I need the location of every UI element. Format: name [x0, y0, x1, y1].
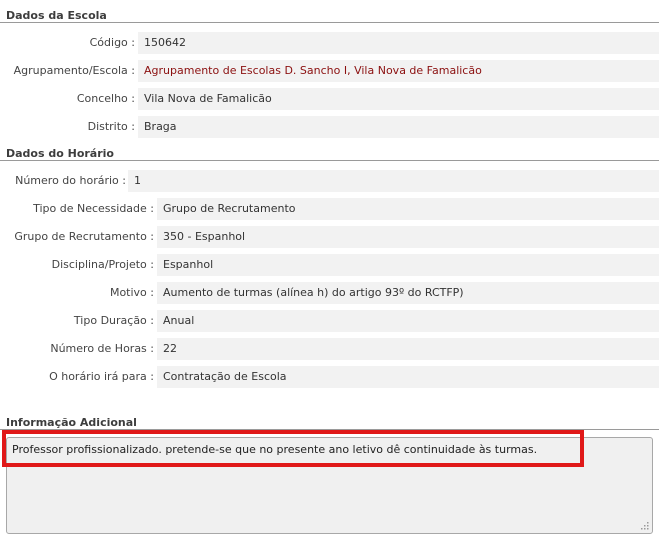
field-label: O horário irá para : — [49, 370, 154, 383]
field-label: Concelho : — [76, 92, 135, 105]
field-value: 22 — [157, 338, 659, 360]
field-row-tipo-duracao: Tipo Duração : Anual — [0, 310, 659, 332]
section-title-escola: Dados da Escola — [6, 9, 107, 22]
field-label: Tipo Duração : — [73, 314, 154, 327]
field-value: Contratação de Escola — [157, 366, 659, 388]
section-divider — [0, 160, 659, 161]
resize-grip-icon[interactable] — [639, 520, 649, 530]
field-value: Vila Nova de Famalicão — [138, 88, 659, 110]
field-row-codigo: Código : 150642 — [0, 32, 659, 54]
section-title-horario: Dados do Horário — [6, 147, 114, 160]
field-value: Espanhol — [157, 254, 659, 276]
field-label: Distrito : — [87, 120, 135, 133]
field-value: Braga — [138, 116, 659, 138]
field-row-distrito: Distrito : Braga — [0, 116, 659, 138]
field-label: Número do horário : — [15, 174, 126, 187]
field-label: Tipo de Necessidade : — [33, 202, 154, 215]
field-label: Grupo de Recrutamento : — [14, 230, 154, 243]
field-row-motivo: Motivo : Aumento de turmas (alínea h) do… — [0, 282, 659, 304]
field-row-destino: O horário irá para : Contratação de Esco… — [0, 366, 659, 388]
info-textarea[interactable]: Professor profissionalizado. pretende-se… — [6, 437, 653, 534]
info-text: Professor profissionalizado. pretende-se… — [12, 443, 538, 456]
field-label: Agrupamento/Escola : — [13, 64, 135, 77]
field-value: Aumento de turmas (alínea h) do artigo 9… — [157, 282, 659, 304]
field-label: Número de Horas : — [50, 342, 154, 355]
field-row-grupo-recrutamento: Grupo de Recrutamento : 350 - Espanhol — [0, 226, 659, 248]
field-row-numero-horario: Número do horário : 1 — [0, 170, 659, 192]
field-value: 350 - Espanhol — [157, 226, 659, 248]
field-label: Disciplina/Projeto : — [51, 258, 154, 271]
field-value: Grupo de Recrutamento — [157, 198, 659, 220]
field-value: Anual — [157, 310, 659, 332]
field-label: Código : — [89, 36, 135, 49]
field-row-concelho: Concelho : Vila Nova de Famalicão — [0, 88, 659, 110]
field-label: Motivo : — [109, 286, 154, 299]
field-row-disciplina: Disciplina/Projeto : Espanhol — [0, 254, 659, 276]
section-divider — [0, 22, 659, 23]
field-value: 150642 — [138, 32, 659, 54]
field-row-numero-horas: Número de Horas : 22 — [0, 338, 659, 360]
field-row-agrupamento: Agrupamento/Escola : Agrupamento de Esco… — [0, 60, 659, 82]
section-title-informacao: Informação Adicional — [6, 416, 137, 429]
field-row-tipo-necessidade: Tipo de Necessidade : Grupo de Recrutame… — [0, 198, 659, 220]
section-divider — [0, 429, 659, 430]
school-name-link[interactable]: Agrupamento de Escolas D. Sancho I, Vila… — [138, 60, 659, 82]
field-value: 1 — [128, 170, 659, 192]
